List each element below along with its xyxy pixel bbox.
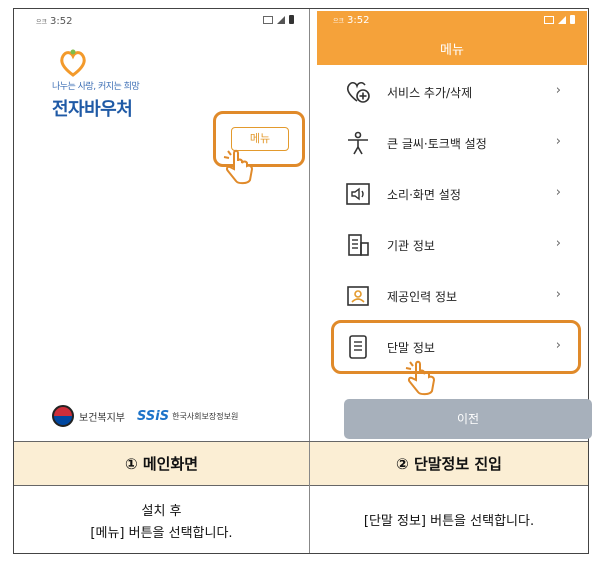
- notification-icon: [544, 15, 554, 24]
- step1-desc-line2: [메뉴] 버튼을 선택합니다.: [90, 526, 233, 541]
- brand-title: 전자바우처: [52, 99, 133, 120]
- accessibility-icon: [348, 131, 368, 155]
- ssis-logo: SSiS: [137, 408, 170, 424]
- step2-caption: ② 단말정보 진입: [396, 455, 502, 473]
- tap-hand-icon: [223, 149, 254, 185]
- government-emblem-icon: [52, 405, 74, 427]
- org-mohw: 보건복지부: [79, 412, 125, 424]
- chevron-right-icon: ›: [555, 185, 561, 200]
- menu-item-label: 기관 정보: [387, 239, 435, 253]
- chevron-right-icon: ›: [555, 134, 561, 149]
- notification-icon: [263, 15, 273, 24]
- status-time: 으크 3:52: [36, 16, 73, 27]
- signal-icon: [558, 15, 566, 24]
- battery-icon: [570, 15, 575, 24]
- chevron-right-icon: ›: [555, 236, 561, 251]
- step2-description: [단말 정보] 버튼을 선택합니다.: [363, 514, 535, 529]
- step1-description: 설치 후 [메뉴] 버튼을 선택합니다.: [14, 501, 309, 545]
- menu-item-label: 서비스 추가/삭제: [387, 86, 473, 100]
- signal-icon: [277, 15, 285, 24]
- step1-desc-line1: 설치 후: [141, 504, 182, 519]
- speaker-icon: [346, 183, 370, 205]
- menu-title: 메뉴: [440, 43, 464, 58]
- status-bar: 으크 3:52: [22, 11, 306, 33]
- chevron-right-icon: ›: [555, 287, 561, 302]
- menu-item-accessibility[interactable]: 큰 글씨·토크백 설정 ›: [317, 118, 587, 169]
- menu-item-label: 제공인력 정보: [387, 290, 458, 304]
- menu-item-label: 큰 글씨·토크백 설정: [387, 137, 487, 151]
- chevron-right-icon: ›: [555, 83, 561, 98]
- main-screen: 으크 3:52 나누는 사랑, 커지는 희망 전자바우처 메뉴 보건복지부 SS…: [22, 11, 306, 439]
- person-card-icon: [347, 286, 369, 306]
- heart-plus-icon: [346, 81, 370, 103]
- menu-item-institution[interactable]: 기관 정보 ›: [317, 220, 587, 271]
- menu-header: 으크 3:52 메뉴: [317, 11, 587, 65]
- guide-frame: 으크 3:52 나누는 사랑, 커지는 희망 전자바우처 메뉴 보건복지부 SS…: [13, 8, 592, 554]
- heart-logo-icon: [60, 49, 86, 77]
- footer-logos: 보건복지부 SSiS 한국사회보장정보원: [52, 405, 238, 427]
- tagline: 나누는 사랑, 커지는 희망: [52, 82, 140, 92]
- menu-item-label: 소리·화면 설정: [387, 188, 461, 202]
- status-time: 으크 3:52: [333, 15, 370, 26]
- battery-icon: [289, 15, 294, 24]
- band-divider: [309, 442, 310, 487]
- menu-item-service[interactable]: 서비스 추가/삭제 ›: [317, 67, 587, 118]
- device-info-highlight: [331, 320, 581, 374]
- building-icon: [348, 234, 369, 256]
- menu-item-provider[interactable]: 제공인력 정보 ›: [317, 271, 587, 322]
- menu-screen: 으크 3:52 메뉴 서비스 추가/삭제 › 큰 글씨·토크백 설정 › 소리·…: [317, 11, 592, 439]
- step1-caption: ① 메인화면: [124, 455, 199, 473]
- prev-button[interactable]: 이전: [344, 399, 592, 439]
- caption-band: ① 메인화면 ② 단말정보 진입: [14, 441, 588, 487]
- org-ssis: 한국사회보장정보원: [172, 411, 239, 421]
- menu-item-sound-screen[interactable]: 소리·화면 설정 ›: [317, 169, 587, 220]
